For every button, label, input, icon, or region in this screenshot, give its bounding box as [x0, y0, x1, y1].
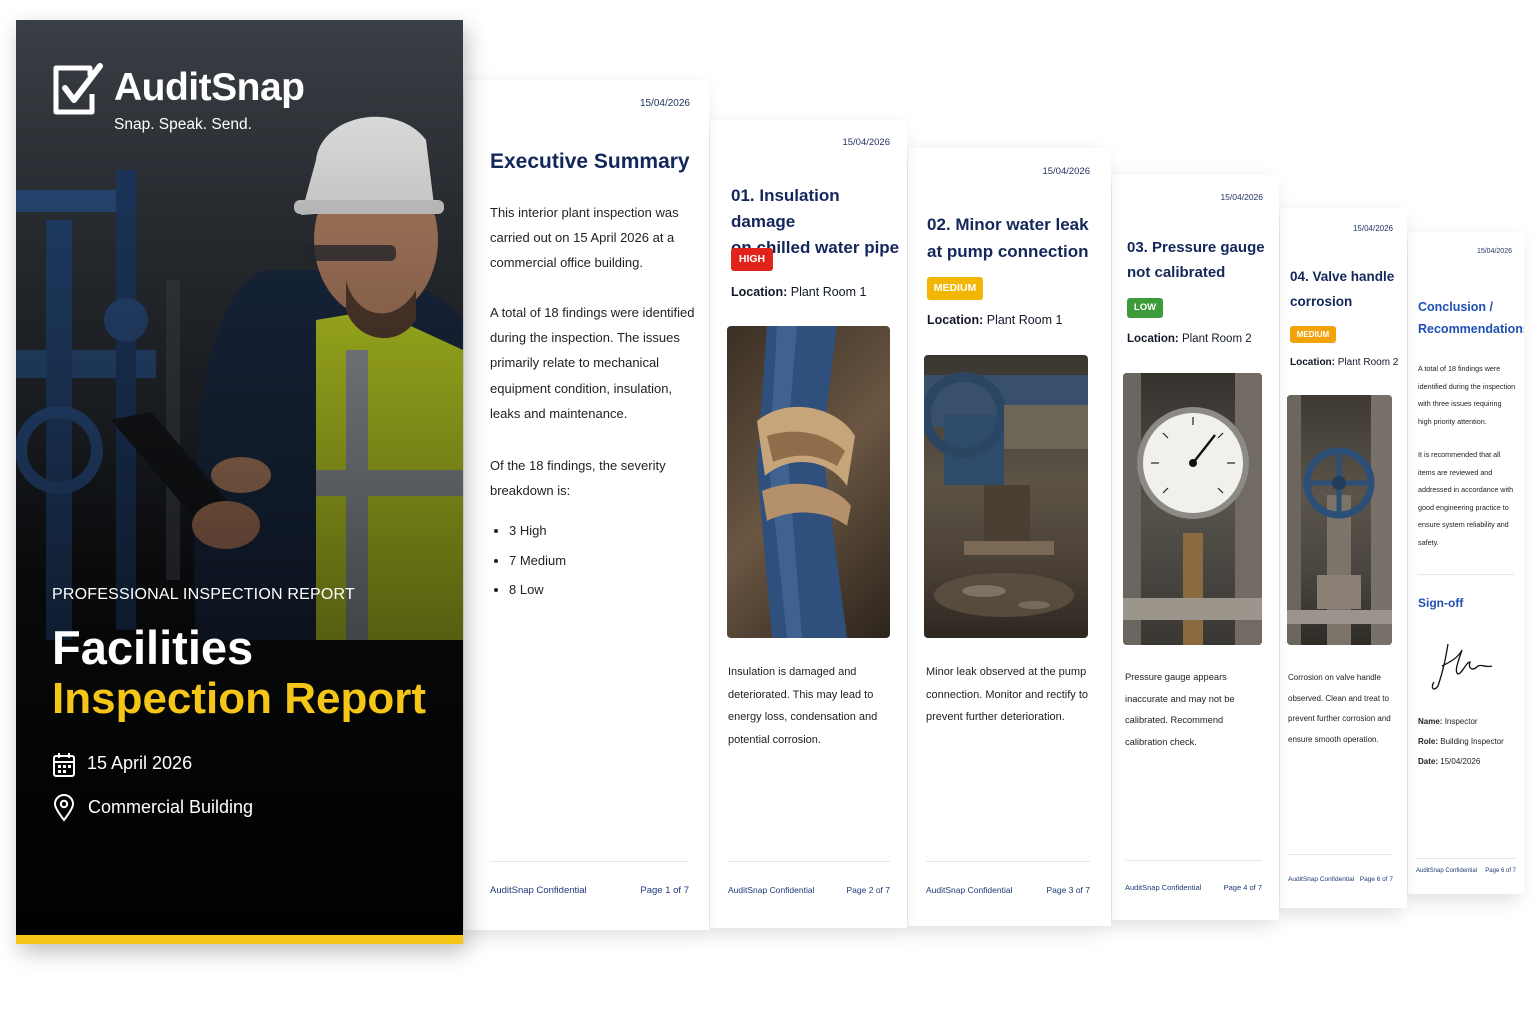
- page-date: 15/04/2026: [1042, 166, 1090, 177]
- finding-location: Location: Plant Room 1: [927, 313, 1062, 327]
- finding-title: 03. Pressure gauge not calibrated: [1127, 235, 1265, 285]
- severity-badge-high: HIGH: [731, 248, 773, 271]
- cover-kicker: PROFESSIONAL INSPECTION REPORT: [52, 586, 355, 603]
- insulation-damage-photo: [727, 326, 890, 638]
- location-value: Plant Room 2: [1181, 333, 1252, 345]
- severity-badge-medium: MEDIUM: [1290, 326, 1336, 343]
- conclusion-paragraph-2: It is recommended that all items are rev…: [1418, 450, 1514, 547]
- location-value: Plant Room 1: [790, 285, 867, 299]
- page-title: Executive Summary: [490, 150, 690, 173]
- title-line-1: 02. Minor water leak: [927, 215, 1089, 234]
- finding-location: Location: Plant Room 2: [1127, 333, 1252, 345]
- footer-page-number: Page 6 of 7: [1485, 868, 1516, 874]
- report-page-conclusion: 15/04/2026 Conclusion / Recommendations …: [1408, 232, 1524, 894]
- severity-breakdown-list: 3 High 7 Medium 8 Low: [490, 516, 566, 605]
- footer-page-number: Page 1 of 7: [640, 885, 689, 896]
- section-divider: [1418, 574, 1514, 575]
- location-label: Location:: [1127, 333, 1179, 345]
- title-line-2: at pump connection: [927, 242, 1089, 261]
- finding-title: 04. Valve handle corrosion: [1290, 264, 1394, 314]
- footer-confidential: AuditSnap Confidential: [1288, 876, 1355, 883]
- brand-tagline: Snap. Speak. Send.: [114, 116, 252, 133]
- report-page-finding-01: 15/04/2026 01. Insulation damage on chil…: [710, 120, 907, 928]
- name-label: Name:: [1418, 717, 1443, 726]
- cover-accent-bar: [16, 935, 463, 944]
- title-line-1: 04. Valve handle: [1290, 269, 1395, 284]
- report-page-finding-04: 15/04/2026 04. Valve handle corrosion ME…: [1280, 208, 1407, 908]
- finding-description: Pressure gauge appears inaccurate and ma…: [1125, 672, 1235, 747]
- severity-badge-low: LOW: [1127, 298, 1163, 318]
- name-value: Inspector: [1444, 717, 1478, 726]
- footer-divider: [1288, 854, 1393, 855]
- footer-confidential: AuditSnap Confidential: [1416, 868, 1478, 874]
- page-title: Conclusion / Recommendations: [1418, 296, 1524, 340]
- finding-location: Location: Plant Room 1: [731, 285, 866, 299]
- title-line-2: not calibrated: [1127, 264, 1226, 281]
- water-leak-photo: [924, 355, 1088, 638]
- footer-confidential: AuditSnap Confidential: [728, 885, 815, 895]
- finding-description: Insulation is damaged and deteriorated. …: [728, 666, 878, 746]
- page-date: 15/04/2026: [639, 98, 690, 109]
- finding-location: Location: Plant Room 2: [1290, 357, 1398, 368]
- summary-paragraph-3: Of the 18 findings, the severity breakdo…: [490, 458, 666, 499]
- report-page-finding-03: 15/04/2026 03. Pressure gauge not calibr…: [1112, 175, 1279, 920]
- location-pin-icon: [53, 794, 75, 822]
- cover-location: Commercial Building: [88, 797, 254, 817]
- finding-title: 02. Minor water leak at pump connection: [927, 211, 1089, 265]
- footer-page-number: Page 6 of 7: [1359, 876, 1393, 883]
- role-value: Building Inspector: [1440, 737, 1504, 746]
- signoff-name: Name: Inspector Role: Building Inspector…: [1418, 712, 1504, 772]
- role-label: Role:: [1418, 737, 1438, 746]
- page-date: 15/04/2026: [1352, 224, 1393, 233]
- cover-title-line-1: Facilities: [52, 621, 254, 674]
- calendar-icon: [53, 753, 75, 777]
- finding-description: Corrosion on valve handle observed. Clea…: [1288, 673, 1391, 744]
- report-page-executive-summary: 15/04/2026 Executive Summary This interi…: [464, 80, 709, 930]
- title-line-1: 01. Insulation damage: [731, 186, 840, 231]
- date-value: 15/04/2026: [1440, 757, 1481, 766]
- footer-divider: [926, 861, 1090, 862]
- footer-page-number: Page 4 of 7: [1223, 883, 1262, 892]
- page-date: 15/04/2026: [1476, 248, 1512, 255]
- footer-page-number: Page 3 of 7: [1046, 885, 1090, 895]
- summary-paragraph-2: A total of 18 findings were identified d…: [490, 305, 695, 421]
- location-label: Location:: [927, 313, 984, 327]
- cover-date: 15 April 2026: [87, 753, 193, 773]
- valve-corrosion-photo: [1287, 395, 1392, 645]
- brand-name: AuditSnap: [114, 66, 305, 109]
- footer-divider: [1125, 860, 1262, 861]
- signoff-title: Sign-off: [1418, 596, 1464, 610]
- checkbox-logo-icon: [53, 63, 103, 115]
- title-line-2: corrosion: [1290, 294, 1353, 309]
- bullet-low: 8 Low: [509, 575, 566, 605]
- date-label: Date:: [1418, 757, 1439, 766]
- footer-confidential: AuditSnap Confidential: [1125, 883, 1202, 892]
- footer-divider: [728, 861, 890, 862]
- page-date: 15/04/2026: [1220, 192, 1263, 202]
- footer-confidential: AuditSnap Confidential: [490, 885, 587, 896]
- summary-paragraph-1: This interior plant inspection was carri…: [490, 205, 679, 271]
- location-label: Location:: [731, 285, 788, 299]
- severity-badge-medium: MEDIUM: [927, 277, 983, 300]
- cover-title-line-2: Inspection Report: [52, 674, 427, 723]
- title-line-1: Conclusion /: [1418, 300, 1493, 314]
- location-value: Plant Room 2: [1337, 357, 1399, 368]
- footer-divider: [1416, 858, 1516, 859]
- title-line-2: Recommendations: [1418, 322, 1524, 336]
- signature-graphic: [1431, 643, 1493, 690]
- page-date: 15/04/2026: [842, 137, 890, 148]
- footer-confidential: AuditSnap Confidential: [926, 885, 1013, 895]
- footer-page-number: Page 2 of 7: [846, 885, 890, 895]
- bullet-medium: 7 Medium: [509, 546, 566, 576]
- report-page-finding-02: 15/04/2026 02. Minor water leak at pump …: [908, 148, 1111, 926]
- footer-divider: [490, 861, 689, 862]
- bullet-high: 3 High: [509, 516, 566, 546]
- pressure-gauge-photo: [1123, 373, 1262, 645]
- location-value: Plant Room 1: [986, 313, 1063, 327]
- conclusion-paragraph-1: A total of 18 findings were identified d…: [1418, 364, 1516, 426]
- finding-description: Minor leak observed at the pump connecti…: [926, 666, 1089, 723]
- location-label: Location:: [1290, 357, 1335, 368]
- title-line-1: 03. Pressure gauge: [1127, 239, 1265, 256]
- report-cover: AuditSnap Snap. Speak. Send. PROFESSIONA…: [16, 20, 463, 944]
